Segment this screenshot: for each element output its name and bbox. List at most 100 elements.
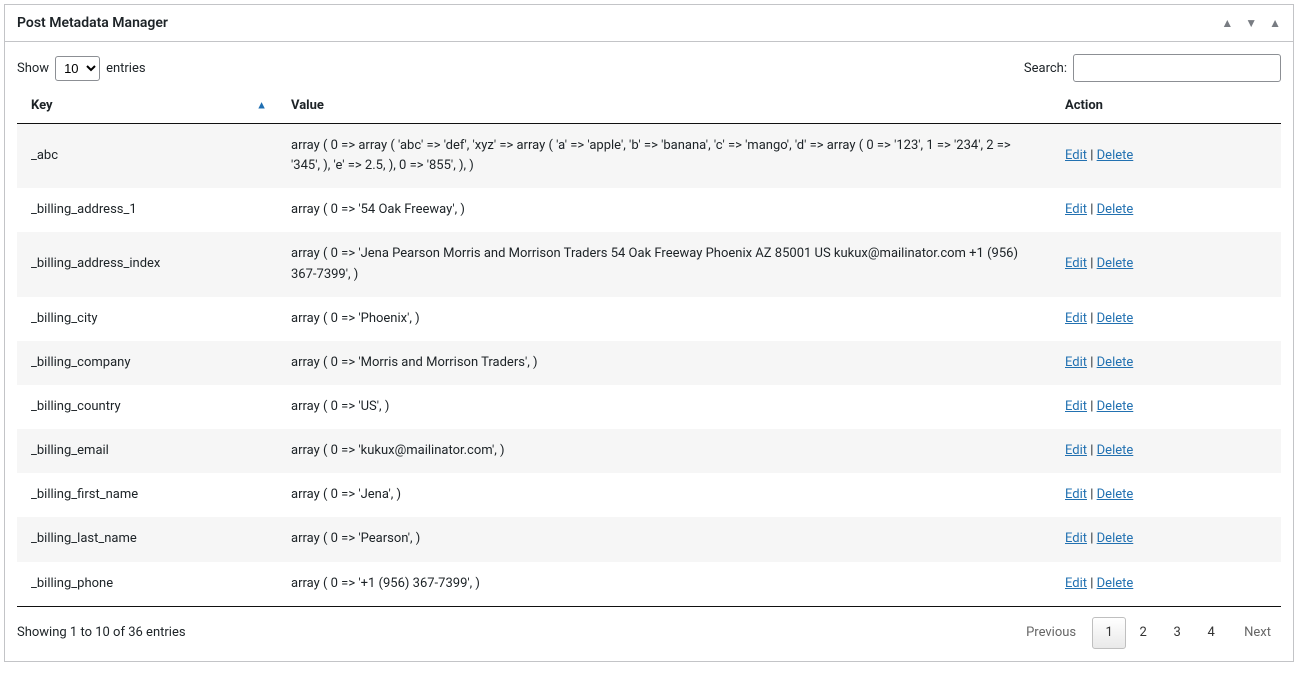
edit-link[interactable]: Edit [1065, 256, 1087, 271]
move-down-icon[interactable]: ▼ [1245, 17, 1257, 29]
edit-link[interactable]: Edit [1065, 148, 1087, 163]
cell-value: array ( 0 => 'Jena', ) [277, 473, 1051, 517]
edit-link[interactable]: Edit [1065, 487, 1087, 502]
edit-link[interactable]: Edit [1065, 202, 1087, 217]
delete-link[interactable]: Delete [1097, 148, 1134, 163]
table-bottom-bar: Showing 1 to 10 of 36 entries Previous 1… [17, 617, 1281, 649]
edit-link[interactable]: Edit [1065, 399, 1087, 414]
cell-key: _billing_country [17, 385, 277, 429]
cell-key: _billing_phone [17, 562, 277, 607]
cell-value: array ( 0 => array ( 'abc' => 'def', 'xy… [277, 124, 1051, 189]
pagination: Previous 1234 Next [1016, 617, 1281, 649]
action-separator: | [1087, 202, 1097, 217]
cell-key: _billing_company [17, 341, 277, 385]
panel-title: Post Metadata Manager [17, 11, 168, 35]
page-next-button[interactable]: Next [1234, 617, 1281, 649]
table-row: _abcarray ( 0 => array ( 'abc' => 'def',… [17, 124, 1281, 189]
delete-link[interactable]: Delete [1097, 256, 1134, 271]
entries-per-page-select[interactable]: 10 [55, 56, 100, 81]
cell-action: Edit | Delete [1051, 124, 1281, 189]
action-separator: | [1087, 399, 1097, 414]
show-label-prefix: Show [17, 61, 49, 76]
table-row: _billing_address_1array ( 0 => '54 Oak F… [17, 188, 1281, 232]
action-separator: | [1087, 576, 1097, 591]
cell-action: Edit | Delete [1051, 385, 1281, 429]
page-number-button[interactable]: 1 [1092, 617, 1126, 649]
edit-link[interactable]: Edit [1065, 531, 1087, 546]
panel-header-controls: ▲ ▼ ▲ [1221, 17, 1281, 29]
delete-link[interactable]: Delete [1097, 311, 1134, 326]
table-row: _billing_phonearray ( 0 => '+1 (956) 367… [17, 562, 1281, 607]
cell-key: _abc [17, 124, 277, 189]
cell-key: _billing_address_index [17, 232, 277, 296]
cell-value: array ( 0 => 'Pearson', ) [277, 517, 1051, 561]
col-header-key[interactable]: Key ▲ [17, 88, 277, 124]
collapse-icon[interactable]: ▲ [1269, 17, 1281, 29]
table-info: Showing 1 to 10 of 36 entries [17, 625, 186, 640]
action-separator: | [1087, 311, 1097, 326]
cell-value: array ( 0 => 'US', ) [277, 385, 1051, 429]
cell-value: array ( 0 => 'Jena Pearson Morris and Mo… [277, 232, 1051, 296]
cell-key: _billing_address_1 [17, 188, 277, 232]
metadata-panel: Post Metadata Manager ▲ ▼ ▲ Show 10 entr… [4, 4, 1294, 662]
action-separator: | [1087, 355, 1097, 370]
cell-key: _billing_city [17, 297, 277, 341]
table-row: _billing_address_indexarray ( 0 => 'Jena… [17, 232, 1281, 296]
table-top-bar: Show 10 entries Search: [17, 54, 1281, 82]
table-row: _billing_emailarray ( 0 => 'kukux@mailin… [17, 429, 1281, 473]
cell-value: array ( 0 => '54 Oak Freeway', ) [277, 188, 1051, 232]
table-row: _billing_countryarray ( 0 => 'US', )Edit… [17, 385, 1281, 429]
page-number-button[interactable]: 3 [1160, 617, 1194, 649]
cell-value: array ( 0 => '+1 (956) 367-7399', ) [277, 562, 1051, 607]
cell-action: Edit | Delete [1051, 232, 1281, 296]
action-separator: | [1087, 531, 1097, 546]
cell-action: Edit | Delete [1051, 341, 1281, 385]
show-label-suffix: entries [106, 61, 146, 76]
cell-key: _billing_last_name [17, 517, 277, 561]
col-header-action[interactable]: Action [1051, 88, 1281, 124]
delete-link[interactable]: Delete [1097, 399, 1134, 414]
delete-link[interactable]: Delete [1097, 202, 1134, 217]
table-filter: Search: [1024, 54, 1281, 82]
cell-key: _billing_first_name [17, 473, 277, 517]
panel-header: Post Metadata Manager ▲ ▼ ▲ [5, 5, 1293, 42]
table-row: _billing_cityarray ( 0 => 'Phoenix', )Ed… [17, 297, 1281, 341]
delete-link[interactable]: Delete [1097, 576, 1134, 591]
table-row: _billing_first_namearray ( 0 => 'Jena', … [17, 473, 1281, 517]
delete-link[interactable]: Delete [1097, 355, 1134, 370]
page-prev-button[interactable]: Previous [1016, 617, 1086, 649]
search-label: Search: [1024, 61, 1067, 76]
table-row: _billing_companyarray ( 0 => 'Morris and… [17, 341, 1281, 385]
action-separator: | [1087, 487, 1097, 502]
cell-key: _billing_email [17, 429, 277, 473]
cell-action: Edit | Delete [1051, 188, 1281, 232]
delete-link[interactable]: Delete [1097, 443, 1134, 458]
cell-value: array ( 0 => 'kukux@mailinator.com', ) [277, 429, 1051, 473]
metadata-table: Key ▲ Value Action _abcarray ( 0 => arra… [17, 88, 1281, 607]
edit-link[interactable]: Edit [1065, 576, 1087, 591]
edit-link[interactable]: Edit [1065, 355, 1087, 370]
move-up-icon[interactable]: ▲ [1221, 17, 1233, 29]
cell-action: Edit | Delete [1051, 429, 1281, 473]
search-input[interactable] [1073, 54, 1281, 82]
action-separator: | [1087, 256, 1097, 271]
sort-asc-icon: ▲ [256, 98, 267, 111]
panel-body: Show 10 entries Search: Key [5, 42, 1293, 661]
cell-action: Edit | Delete [1051, 473, 1281, 517]
page-number-button[interactable]: 2 [1126, 617, 1160, 649]
table-row: _billing_last_namearray ( 0 => 'Pearson'… [17, 517, 1281, 561]
cell-action: Edit | Delete [1051, 297, 1281, 341]
col-header-value[interactable]: Value [277, 88, 1051, 124]
cell-value: array ( 0 => 'Morris and Morrison Trader… [277, 341, 1051, 385]
cell-action: Edit | Delete [1051, 562, 1281, 607]
page-number-button[interactable]: 4 [1194, 617, 1228, 649]
edit-link[interactable]: Edit [1065, 443, 1087, 458]
cell-action: Edit | Delete [1051, 517, 1281, 561]
action-separator: | [1087, 443, 1097, 458]
cell-value: array ( 0 => 'Phoenix', ) [277, 297, 1051, 341]
action-separator: | [1087, 148, 1097, 163]
delete-link[interactable]: Delete [1097, 487, 1134, 502]
entries-length: Show 10 entries [17, 56, 146, 81]
edit-link[interactable]: Edit [1065, 311, 1087, 326]
delete-link[interactable]: Delete [1097, 531, 1134, 546]
